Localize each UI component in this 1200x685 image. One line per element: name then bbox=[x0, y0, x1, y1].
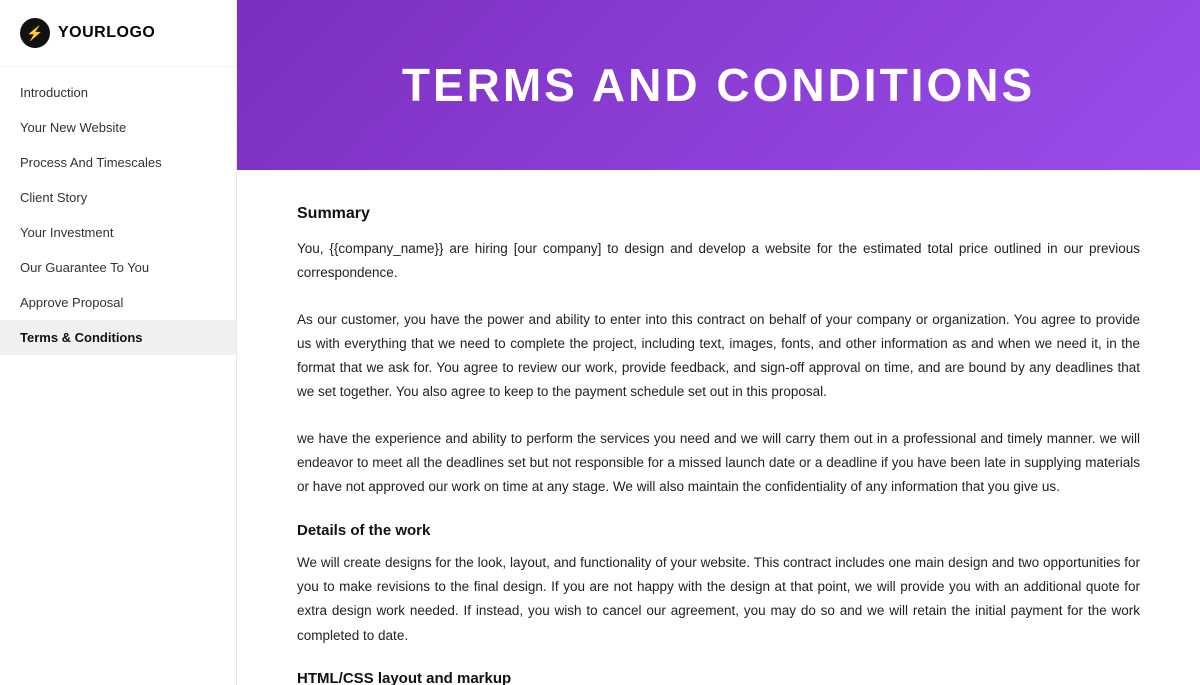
sidebar: ⚡ YOURLOGO Introduction Your New Website… bbox=[0, 0, 237, 685]
nav-item-your-new-website[interactable]: Your New Website bbox=[0, 110, 236, 145]
nav-link-client-story[interactable]: Client Story bbox=[0, 180, 236, 215]
hero-banner: TERMS AND CONDITIONS bbox=[237, 0, 1200, 170]
logo-text: YOURLOGO bbox=[58, 24, 155, 42]
nav-item-approve-proposal[interactable]: Approve Proposal bbox=[0, 285, 236, 320]
page-title: TERMS AND CONDITIONS bbox=[402, 58, 1035, 112]
logo-area: ⚡ YOURLOGO bbox=[0, 0, 236, 67]
nav-link-your-investment[interactable]: Your Investment bbox=[0, 215, 236, 250]
nav-item-your-investment[interactable]: Your Investment bbox=[0, 215, 236, 250]
nav-item-introduction[interactable]: Introduction bbox=[0, 75, 236, 110]
nav-item-terms-conditions[interactable]: Terms & Conditions bbox=[0, 320, 236, 355]
nav-item-process-and-timescales[interactable]: Process And Timescales bbox=[0, 145, 236, 180]
html-heading: HTML/CSS layout and markup bbox=[297, 670, 1140, 685]
details-para-1: We will create designs for the look, lay… bbox=[297, 551, 1140, 648]
details-heading: Details of the work bbox=[297, 522, 1140, 539]
summary-para-2: As our customer, you have the power and … bbox=[297, 308, 1140, 405]
nav-link-introduction[interactable]: Introduction bbox=[0, 75, 236, 110]
nav-link-our-guarantee-to-you[interactable]: Our Guarantee To You bbox=[0, 250, 236, 285]
summary-heading: Summary bbox=[297, 205, 1140, 223]
logo-your: YOUR bbox=[58, 24, 106, 41]
nav-list: Introduction Your New Website Process An… bbox=[0, 67, 236, 685]
summary-para-1: You, {{company_name}} are hiring [our co… bbox=[297, 237, 1140, 286]
nav-link-approve-proposal[interactable]: Approve Proposal bbox=[0, 285, 236, 320]
nav-link-process-and-timescales[interactable]: Process And Timescales bbox=[0, 145, 236, 180]
nav-item-our-guarantee-to-you[interactable]: Our Guarantee To You bbox=[0, 250, 236, 285]
main-content: TERMS AND CONDITIONS Summary You, {{comp… bbox=[237, 0, 1200, 685]
summary-para-3: we have the experience and ability to pe… bbox=[297, 427, 1140, 500]
logo-icon: ⚡ bbox=[20, 18, 50, 48]
nav-link-terms-conditions[interactable]: Terms & Conditions bbox=[0, 320, 236, 355]
content-area: Summary You, {{company_name}} are hiring… bbox=[237, 170, 1200, 685]
nav-item-client-story[interactable]: Client Story bbox=[0, 180, 236, 215]
logo-logo: LOGO bbox=[106, 24, 155, 41]
nav-link-your-new-website[interactable]: Your New Website bbox=[0, 110, 236, 145]
